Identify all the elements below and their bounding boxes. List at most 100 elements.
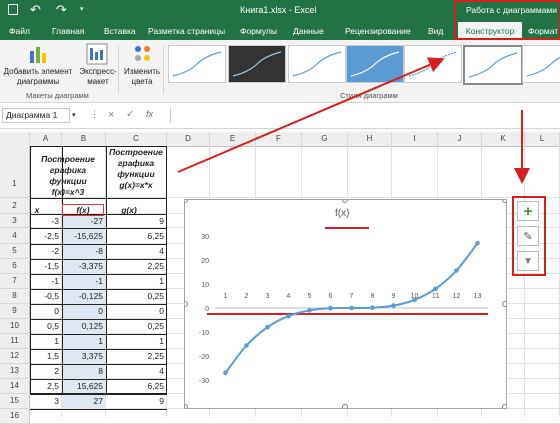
tab-formulas[interactable]: Формулы — [240, 22, 277, 40]
cell-gx-value[interactable]: 0 — [106, 304, 167, 319]
cell-gx-value[interactable]: 0,25 — [106, 289, 167, 304]
chart-style-7[interactable] — [522, 45, 560, 83]
column-header-f[interactable]: F — [256, 132, 302, 147]
column-header-d[interactable]: D — [167, 132, 210, 147]
cell-fx-value[interactable]: -8 — [62, 244, 106, 259]
row-header-5[interactable]: 5 — [0, 244, 30, 259]
data-point[interactable] — [349, 305, 354, 311]
cell-x-value[interactable]: 0 — [30, 304, 62, 319]
cell-fx-value[interactable]: 1 — [62, 334, 106, 349]
resize-handle[interactable] — [185, 301, 188, 307]
chart-elements-button[interactable]: + — [517, 201, 539, 221]
quick-access-menu-icon[interactable]: ▾ — [80, 5, 84, 13]
name-box-dropdown-icon[interactable]: ▾ — [72, 111, 76, 119]
row-header-2[interactable]: 2 — [0, 198, 30, 214]
row-header-8[interactable]: 8 — [0, 289, 30, 304]
data-point[interactable] — [286, 313, 291, 319]
cell-gx-value[interactable]: 6,25 — [106, 228, 167, 244]
resize-handle[interactable] — [185, 200, 188, 203]
data-point[interactable] — [475, 240, 480, 246]
cell-fx-value[interactable]: 27 — [62, 394, 106, 409]
cell-fx-value[interactable]: -27 — [62, 214, 106, 228]
cancel-icon[interactable]: × — [108, 109, 114, 121]
tab-format[interactable]: Формат — [528, 22, 558, 40]
change-colors-icon[interactable] — [132, 43, 154, 65]
cell-x-value[interactable]: -1,5 — [30, 259, 62, 274]
row-header-3[interactable]: 3 — [0, 214, 30, 228]
cell-x-value[interactable]: -3 — [30, 214, 62, 228]
tab-review[interactable]: Рецензирование — [345, 22, 411, 40]
cell-x-value[interactable]: 3 — [30, 394, 62, 409]
change-colors-button[interactable]: Изменить цвета — [120, 67, 164, 87]
data-point[interactable] — [265, 324, 270, 330]
row-header-1[interactable]: 1 — [0, 146, 30, 198]
row-header-10[interactable]: 10 — [0, 319, 30, 334]
data-point[interactable] — [244, 343, 249, 348]
cell-x-value[interactable]: -2,5 — [30, 228, 62, 244]
redo-icon[interactable]: ↷ — [56, 2, 67, 18]
row-header-6[interactable]: 6 — [0, 259, 30, 274]
row-header-9[interactable]: 9 — [0, 304, 30, 319]
tab-insert[interactable]: Вставка — [104, 22, 136, 40]
chart-object[interactable]: f(x) 30 20 10 0 -10 -20 -30 1 2 3 4 5 6 7 8 9 10 11 12 13 — [184, 199, 507, 409]
column-header-g[interactable]: G — [302, 132, 348, 147]
column-header-k[interactable]: K — [482, 132, 525, 147]
chart-style-6[interactable] — [463, 45, 523, 85]
resize-handle[interactable] — [342, 404, 348, 409]
tab-file[interactable]: Файл — [9, 22, 30, 40]
cell-x-value[interactable]: 0,5 — [30, 319, 62, 334]
data-point[interactable] — [433, 286, 438, 292]
tab-design[interactable]: Конструктор — [458, 22, 522, 40]
data-point[interactable] — [412, 297, 417, 303]
chart-filters-button[interactable]: ▼ — [517, 251, 539, 271]
cell-gx-value[interactable]: 2,25 — [106, 349, 167, 364]
cell-c1[interactable]: Построение графика функции g(x)=x*x — [106, 147, 166, 191]
cell-b2[interactable]: f(x) — [62, 204, 104, 216]
tab-data[interactable]: Данные — [293, 22, 324, 40]
cell-gx-value[interactable]: 4 — [106, 364, 167, 379]
enter-icon[interactable]: ✓ — [126, 109, 134, 120]
row-header-14[interactable]: 14 — [0, 379, 30, 394]
cell-fx-value[interactable]: -1 — [62, 274, 106, 289]
row-header-15[interactable]: 15 — [0, 394, 30, 409]
chart-plot-area[interactable]: 3020100-10-20-301 2 3 4 5 6 7 8 9 10 11 12 13 — [185, 200, 506, 408]
chart-style-3[interactable] — [288, 45, 346, 83]
cell-gx-value[interactable]: 9 — [106, 394, 167, 409]
cell-fx-value[interactable]: 15,625 — [62, 379, 106, 394]
cell-x-value[interactable]: 2,5 — [30, 379, 62, 394]
chart-style-1[interactable] — [168, 45, 226, 83]
cell-gx-value[interactable]: 0,25 — [106, 319, 167, 334]
add-chart-element-button[interactable]: Добавить элемент диаграммы — [2, 67, 74, 87]
data-point[interactable] — [328, 306, 333, 311]
cell-gx-value[interactable]: 1 — [106, 334, 167, 349]
cell-x-value[interactable]: 2 — [30, 364, 62, 379]
row-header-4[interactable]: 4 — [0, 228, 30, 244]
chart-style-4[interactable] — [346, 45, 404, 83]
cell-fx-value[interactable]: -0,125 — [62, 289, 106, 304]
row-header-7[interactable]: 7 — [0, 274, 30, 289]
resize-handle[interactable] — [185, 404, 188, 409]
chart-styles-button[interactable]: ✎ — [517, 226, 539, 246]
column-header-h[interactable]: H — [348, 132, 392, 147]
cell-fx-value[interactable]: -15,625 — [62, 228, 106, 244]
chart-style-5[interactable] — [404, 45, 462, 83]
resize-handle[interactable] — [502, 301, 507, 307]
name-box[interactable]: Диаграмма 1 — [2, 108, 70, 123]
cell-gx-value[interactable]: 9 — [106, 214, 167, 228]
cell-c2[interactable]: g(x) — [106, 205, 152, 216]
formula-input[interactable] — [170, 108, 559, 123]
cell-fx-value[interactable]: 0,125 — [62, 319, 106, 334]
cell-gx-value[interactable]: 2,25 — [106, 259, 167, 274]
column-header-c[interactable]: C — [106, 132, 167, 147]
column-header-e[interactable]: E — [210, 132, 256, 147]
data-point[interactable] — [223, 370, 228, 376]
cell-gx-value[interactable]: 1 — [106, 274, 167, 289]
data-point[interactable] — [391, 303, 396, 308]
column-header-b[interactable]: B — [62, 132, 106, 147]
column-header-a[interactable]: A — [30, 132, 62, 147]
resize-handle[interactable] — [502, 200, 507, 203]
undo-icon[interactable]: ↶ — [30, 2, 41, 18]
quick-layout-button[interactable]: Экспресс-макет — [76, 67, 120, 87]
cell-a2[interactable]: x — [30, 205, 44, 216]
data-point[interactable] — [454, 268, 459, 273]
